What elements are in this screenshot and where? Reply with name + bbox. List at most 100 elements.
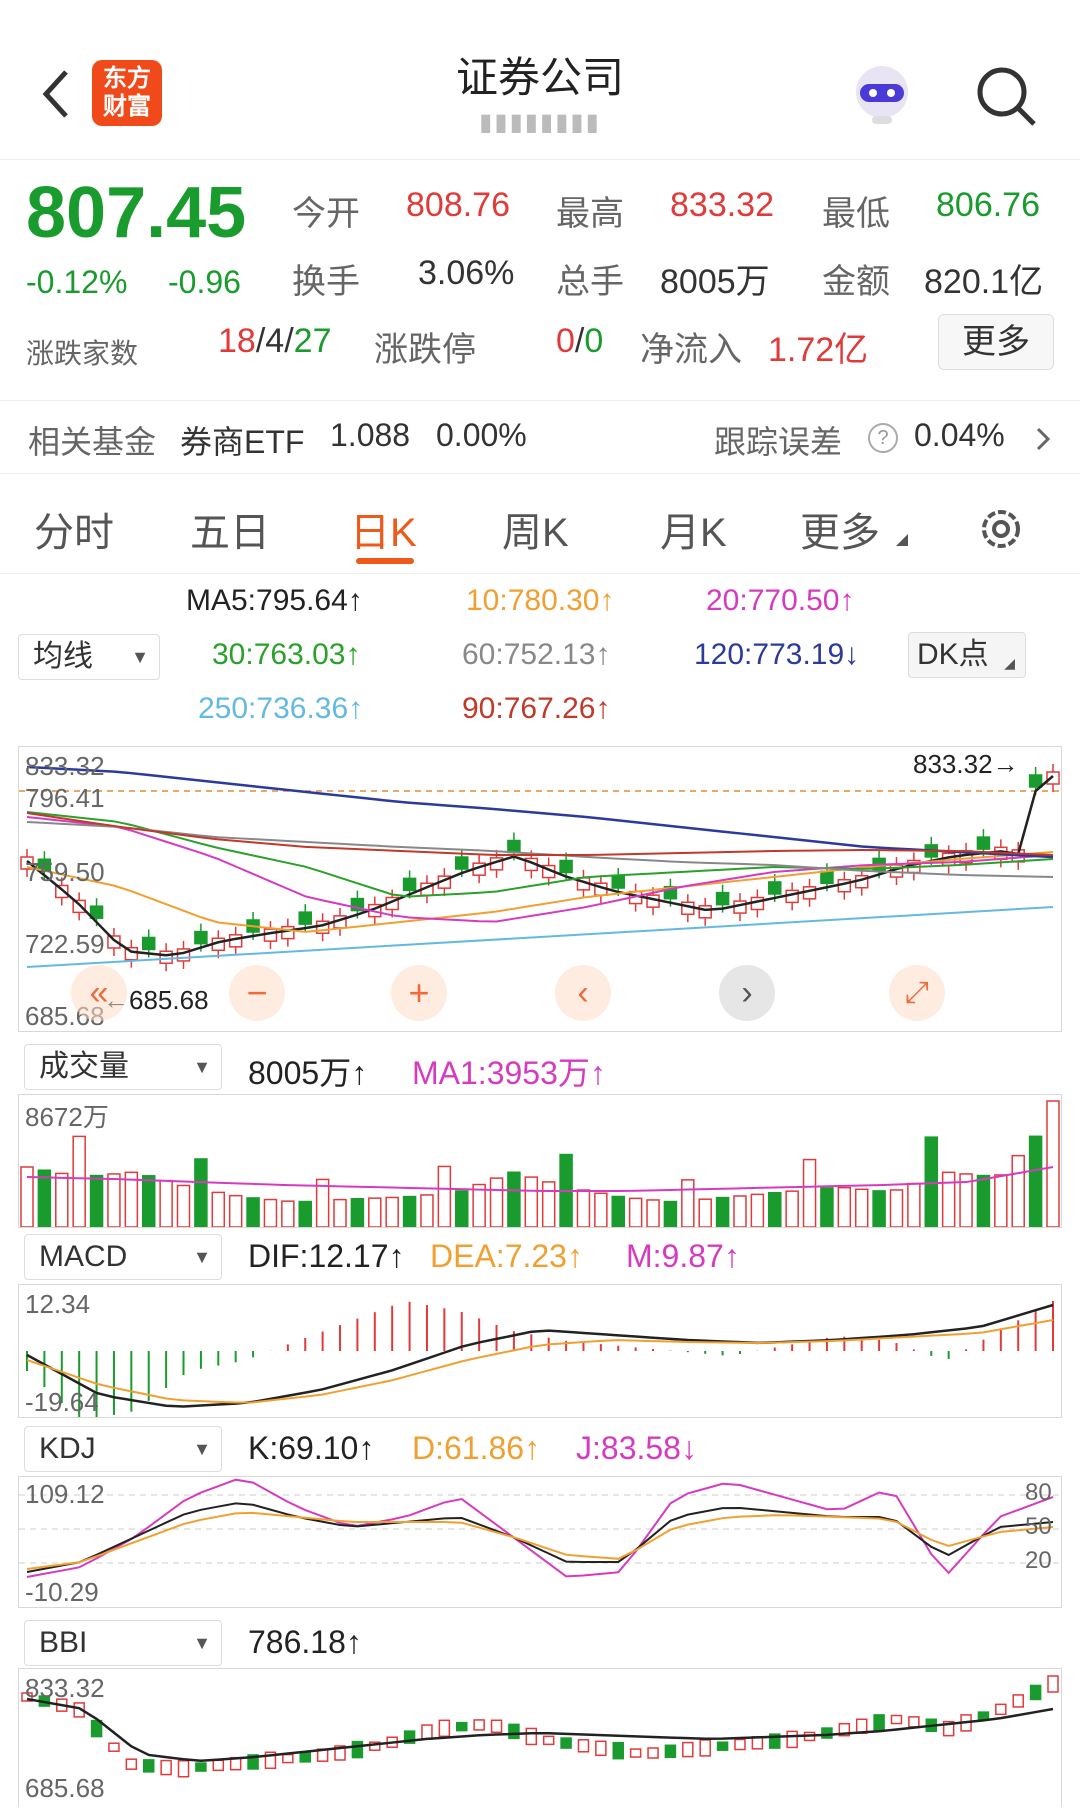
tab-daily-k[interactable]: 日K xyxy=(350,500,417,558)
volume-bar xyxy=(350,1198,365,1227)
volume-bar xyxy=(872,1190,886,1227)
volume-bar xyxy=(107,1173,121,1227)
volume-bar xyxy=(263,1198,278,1227)
tracking-error-value: 0.04% xyxy=(914,417,1005,453)
bbi-candle xyxy=(508,1723,520,1740)
change-pct: -0.12% xyxy=(26,264,128,300)
high-value: 833.32 xyxy=(670,186,774,224)
zoom-in-icon[interactable]: + xyxy=(391,965,447,1021)
candle xyxy=(820,870,834,885)
related-fund-row[interactable]: 相关基金 券商ETF 1.088 0.00% 跟踪误差 ? 0.04% xyxy=(0,400,1080,474)
bbi-candle xyxy=(995,1703,1007,1716)
search-icon[interactable] xyxy=(972,62,1042,128)
zoom-out-icon[interactable]: − xyxy=(229,965,285,1021)
candle xyxy=(141,936,156,951)
kdj-level-20: 20 xyxy=(1025,1547,1052,1574)
volume-selector[interactable]: 成交量 ▼ xyxy=(24,1044,222,1090)
bbi-candle xyxy=(142,1759,155,1773)
macd-chart xyxy=(26,1301,1054,1417)
volume-bar xyxy=(55,1172,69,1227)
open-label: 今开 xyxy=(292,195,360,233)
kdj-selector[interactable]: KDJ ▼ xyxy=(24,1426,222,1472)
volume-bar xyxy=(750,1193,765,1227)
volume-bar xyxy=(211,1191,226,1227)
volume-bar xyxy=(924,1136,939,1227)
candle xyxy=(698,905,712,919)
fund-pct: 0.00% xyxy=(436,417,527,453)
macd-selector[interactable]: MACD ▼ xyxy=(24,1234,222,1280)
scroll-right-icon[interactable]: › xyxy=(719,965,775,1021)
volume-panel[interactable]: 8672万 xyxy=(18,1094,1062,1228)
volume-chart xyxy=(20,1100,1060,1227)
volume-bar xyxy=(663,1200,678,1227)
bbi-candle xyxy=(351,1740,364,1759)
bbi-panel[interactable]: 833.32 685.68 xyxy=(18,1668,1062,1807)
bbi-candle xyxy=(299,1751,311,1763)
tab-more-caret-icon xyxy=(896,534,908,546)
tab-monthly-k[interactable]: 月K xyxy=(660,500,727,558)
candle xyxy=(281,925,295,940)
last-price: 807.45 xyxy=(26,173,247,253)
gear-icon[interactable] xyxy=(976,504,1026,554)
volume-bar xyxy=(941,1171,956,1227)
kdj-j-line xyxy=(26,1478,1054,1578)
ma-selector[interactable]: 均线 ▼ xyxy=(18,634,160,680)
volume-bar xyxy=(20,1166,34,1227)
bbi-candle xyxy=(682,1741,694,1758)
volume-bar xyxy=(1028,1135,1043,1227)
bbi-candle xyxy=(160,1759,172,1776)
scroll-left-icon[interactable]: ‹ xyxy=(555,965,611,1021)
tab-weekly-k[interactable]: 周K xyxy=(502,500,569,558)
bbi-candle xyxy=(525,1727,538,1746)
tab-intraday[interactable]: 分时 xyxy=(34,500,114,558)
period-tabs: 分时 五日 日K 周K 月K 更多 xyxy=(0,474,1080,574)
quote-section: 807.45 -0.12% -0.96 涨跌家数 今开 808.76 最高 83… xyxy=(0,160,1080,400)
tab-five-day[interactable]: 五日 xyxy=(190,500,270,558)
chevron-left-icon[interactable] xyxy=(38,66,74,122)
ma5-legend: MA5:795.64↑ xyxy=(186,584,363,617)
chevron-right-icon[interactable] xyxy=(1034,425,1054,453)
bbi-candle xyxy=(629,1748,642,1758)
tab-active-underline xyxy=(356,558,414,564)
bbi-candle xyxy=(473,1719,485,1731)
turnover-label: 换手 xyxy=(292,263,360,301)
dk-button[interactable]: DK点 ◢ xyxy=(908,632,1026,678)
fund-price: 1.088 xyxy=(330,417,411,453)
volume-bar xyxy=(246,1197,260,1227)
help-icon[interactable]: ? xyxy=(868,423,898,453)
more-button[interactable]: 更多 xyxy=(938,314,1054,370)
bbi-candle xyxy=(1029,1684,1042,1701)
low-value: 806.76 xyxy=(936,186,1040,224)
volume-value: 8005万 xyxy=(660,263,770,301)
bbi-candle xyxy=(421,1724,433,1740)
fullscreen-icon[interactable]: ⤢ xyxy=(889,965,945,1021)
volume-bar xyxy=(994,1174,1008,1227)
kline-panel[interactable]: 833.32 796.41 759.50 722.59 685.68 833.3… xyxy=(18,746,1062,1032)
robot-avatar-icon[interactable] xyxy=(846,60,918,128)
macd-panel[interactable]: 12.34 -19.64 xyxy=(18,1284,1062,1418)
candle xyxy=(159,950,173,964)
rewind-icon[interactable]: « xyxy=(71,965,127,1021)
open-value: 808.76 xyxy=(406,186,510,224)
kdj-axis-max: 109.12 xyxy=(25,1479,105,1509)
volume-bar xyxy=(646,1199,660,1227)
bbi-candle xyxy=(699,1739,711,1757)
volume-bar xyxy=(785,1190,799,1227)
volume-bar xyxy=(715,1196,730,1227)
bbi-candle xyxy=(577,1739,590,1753)
volume-bar xyxy=(524,1176,539,1227)
bbi-selector[interactable]: BBI ▼ xyxy=(24,1620,222,1666)
candle xyxy=(454,856,469,870)
ma-legend: MA5:795.64↑ 10:780.30↑ 20:770.50↑ 均线 ▼ 30… xyxy=(0,574,1080,734)
fund-name: 券商ETF xyxy=(180,424,305,460)
ma20-legend: 20:770.50↑ xyxy=(706,584,855,617)
kdj-panel[interactable]: 109.12 -10.29 80 50 20 xyxy=(18,1476,1062,1608)
bbi-candle xyxy=(873,1714,885,1732)
tab-more[interactable]: 更多 xyxy=(800,500,880,558)
bbi-candle xyxy=(647,1747,659,1759)
volume-bar xyxy=(854,1188,869,1227)
bbi-candle xyxy=(108,1742,120,1752)
volume-bar xyxy=(837,1186,852,1227)
kdj-k-line xyxy=(26,1502,1054,1573)
volume-bar xyxy=(681,1179,695,1227)
